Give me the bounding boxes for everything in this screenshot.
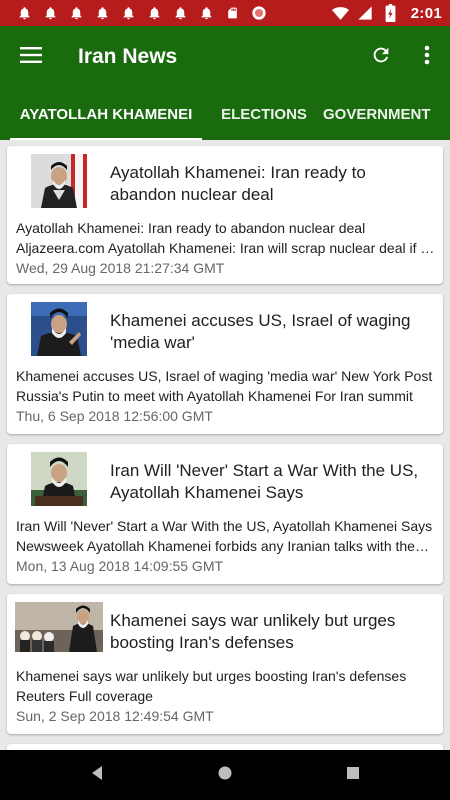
record-icon (250, 5, 267, 22)
article-title[interactable]: Ayatollah Khamenei: Iran ready to abando… (110, 162, 430, 206)
wifi-icon (331, 5, 349, 22)
article-date: Mon, 13 Aug 2018 14:09:55 GMT (16, 558, 224, 574)
refresh-icon (370, 44, 392, 71)
system-nav-bar (0, 750, 450, 800)
bell-icon (172, 5, 189, 22)
bell-icon (94, 5, 111, 22)
status-time: 2:01 (410, 4, 442, 22)
article-title[interactable]: Khamenei says war unlikely but urges boo… (110, 610, 430, 654)
tab-government[interactable]: GOVERNMENT (316, 88, 450, 140)
tab-label: GOVERNMENT (323, 105, 431, 123)
news-feed[interactable]: Ayatollah Khamenei: Iran ready to abando… (0, 140, 450, 750)
menu-button[interactable] (0, 26, 62, 88)
tab-ayatollah-khamenei[interactable]: AYATOLLAH KHAMENEI (0, 88, 212, 140)
battery-charging-icon (382, 4, 399, 22)
bell-icon (146, 5, 163, 22)
app-bar: Iran News (0, 26, 450, 88)
article-snippet: Khamenei accuses US, Israel of waging 'm… (16, 368, 433, 404)
article-title[interactable]: Khamenei accuses US, Israel of waging 'm… (110, 310, 430, 354)
overflow-menu-button[interactable] (404, 26, 450, 88)
signal-icon (357, 5, 374, 22)
app-title: Iran News (78, 45, 178, 68)
tab-bar: AYATOLLAH KHAMENEI ELECTIONS GOVERNMENT (0, 88, 450, 140)
article-thumbnail (31, 302, 87, 356)
recents-button[interactable] (335, 757, 371, 793)
article-snippet: Ayatollah Khamenei: Iran ready to abando… (16, 220, 436, 256)
home-icon (217, 765, 233, 786)
article-date: Sun, 2 Sep 2018 12:49:54 GMT (16, 708, 214, 724)
home-button[interactable] (207, 757, 243, 793)
article-snippet: Iran Will 'Never' Start a War With the U… (16, 518, 433, 554)
back-button[interactable] (79, 757, 115, 793)
news-card[interactable]: Iran Will 'Never' Start a War With the U… (7, 444, 443, 584)
article-thumbnail (31, 154, 87, 208)
notification-icons (16, 5, 267, 22)
news-card[interactable]: Ayatollah Khamenei: Iran ready to abando… (7, 146, 443, 284)
news-card[interactable]: Khamenei says war unlikely but urges boo… (7, 594, 443, 734)
tab-label: AYATOLLAH KHAMENEI (19, 105, 193, 123)
status-bar: 2:01 (0, 0, 450, 26)
article-thumbnail (31, 452, 87, 506)
refresh-button[interactable] (358, 26, 404, 88)
bell-icon (16, 5, 33, 22)
article-date: Wed, 29 Aug 2018 21:27:34 GMT (16, 260, 225, 276)
back-icon (90, 765, 104, 786)
tab-label: ELECTIONS (221, 105, 307, 123)
article-thumbnail (15, 602, 103, 652)
hamburger-icon (20, 46, 42, 68)
article-date: Thu, 6 Sep 2018 12:56:00 GMT (16, 408, 213, 424)
tab-elections[interactable]: ELECTIONS (212, 88, 316, 140)
article-snippet: Khamenei says war unlikely but urges boo… (16, 668, 407, 704)
bell-icon (42, 5, 59, 22)
recents-icon (346, 766, 360, 785)
sd-card-icon (224, 5, 241, 22)
more-vert-icon (424, 45, 430, 70)
bell-icon (198, 5, 215, 22)
news-card[interactable]: Khamenei accuses US, Israel of waging 'm… (7, 294, 443, 434)
bell-icon (120, 5, 137, 22)
bell-icon (68, 5, 85, 22)
article-title[interactable]: Iran Will 'Never' Start a War With the U… (110, 460, 430, 504)
